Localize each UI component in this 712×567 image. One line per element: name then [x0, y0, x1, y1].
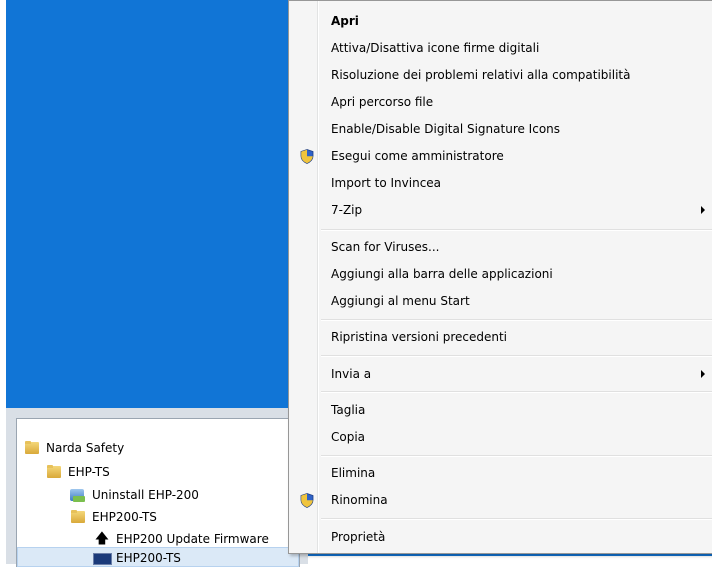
menu-item-label: Apri percorso file: [331, 95, 434, 109]
menu-item-scan-for-viruses[interactable]: Scan for Viruses...: [291, 235, 712, 259]
menu-item-aggiungi-menu-start[interactable]: Aggiungi al menu Start: [291, 289, 712, 313]
menu-item-7-zip[interactable]: 7-Zip: [291, 198, 712, 222]
menu-item-taglia[interactable]: Taglia: [291, 398, 712, 422]
menu-item-label: Invia a: [331, 367, 372, 381]
menu-item-label: Import to Invincea: [331, 176, 442, 190]
menu-item-aggiungi-barra-applicazioni[interactable]: Aggiungi alla barra delle applicazioni: [291, 262, 712, 286]
folder-narda-safety-label: Narda Safety: [46, 441, 125, 455]
context-menu: Apri Attiva/Disattiva icone firme digita…: [288, 0, 712, 554]
folder-icon: [23, 440, 41, 456]
start-menu: Narda Safety EHP-TS Uninstall EHP-200 EH…: [6, 408, 308, 567]
menu-item-attiva-disattiva-icone[interactable]: Attiva/Disattiva icone firme digitali: [291, 36, 712, 60]
menu-item-apri[interactable]: Apri: [291, 9, 712, 33]
folder-ehp200-ts-label: EHP200-TS: [92, 510, 157, 524]
menu-item-label: Rinomina: [331, 493, 388, 507]
uninstall-icon: [69, 487, 87, 503]
uninstall-ehp-200-item[interactable]: Uninstall EHP-200: [69, 486, 199, 504]
menu-separator: [321, 319, 712, 321]
folder-ehp-ts[interactable]: EHP-TS: [45, 463, 110, 481]
menu-item-label: Scan for Viruses...: [331, 240, 440, 254]
folder-icon: [69, 509, 87, 525]
ehp200-update-firmware-item[interactable]: 🡅 EHP200 Update Firmware: [93, 530, 269, 548]
uac-shield-icon: [300, 148, 314, 164]
menu-separator: [321, 391, 712, 393]
menu-item-label: 7-Zip: [331, 203, 363, 217]
menu-separator: [321, 455, 712, 457]
menu-item-elimina[interactable]: Elimina: [291, 461, 712, 485]
arrow-up-icon: 🡅: [94, 531, 110, 547]
menu-item-label: Esegui come amministratore: [331, 149, 504, 163]
submenu-arrow-icon: [701, 370, 705, 378]
menu-item-ripristina-versioni[interactable]: Ripristina versioni precedenti: [291, 325, 712, 349]
menu-item-proprieta[interactable]: Proprietà: [291, 525, 712, 549]
folder-ehp200-ts[interactable]: EHP200-TS: [69, 508, 157, 526]
ehp200-ts-application[interactable]: EHP200-TS: [93, 549, 181, 567]
menu-separator: [321, 229, 712, 231]
menu-item-esegui-come-amministratore[interactable]: Esegui come amministratore: [291, 144, 712, 168]
menu-item-label: Copia: [331, 430, 366, 444]
uninstall-ehp-200-label: Uninstall EHP-200: [92, 488, 199, 502]
uac-shield-icon: [300, 492, 314, 508]
folder-narda-safety[interactable]: Narda Safety: [23, 439, 124, 457]
menu-item-label: Ripristina versioni precedenti: [331, 330, 508, 344]
program-list: Narda Safety EHP-TS Uninstall EHP-200 EH…: [16, 418, 300, 567]
folder-icon: [45, 464, 63, 480]
menu-item-risoluzione-problemi[interactable]: Risoluzione dei problemi relativi alla c…: [291, 63, 712, 87]
menu-item-label: Elimina: [331, 466, 376, 480]
menu-item-enable-disable-signature-icons[interactable]: Enable/Disable Digital Signature Icons: [291, 117, 712, 141]
ehp200-ts-application-label: EHP200-TS: [116, 551, 181, 565]
submenu-arrow-icon: [701, 206, 705, 214]
menu-item-invia-a[interactable]: Invia a: [291, 362, 712, 386]
menu-item-label: Risoluzione dei problemi relativi alla c…: [331, 68, 631, 82]
folder-ehp-ts-label: EHP-TS: [68, 465, 110, 479]
menu-item-label: Enable/Disable Digital Signature Icons: [331, 122, 561, 136]
ehp200-update-firmware-label: EHP200 Update Firmware: [116, 532, 269, 546]
menu-item-label: Attiva/Disattiva icone firme digitali: [331, 41, 540, 55]
menu-item-label: Proprietà: [331, 530, 386, 544]
menu-separator: [321, 355, 712, 357]
menu-item-import-to-invincea[interactable]: Import to Invincea: [291, 171, 712, 195]
menu-item-label: Aggiungi al menu Start: [331, 294, 470, 308]
menu-item-copia[interactable]: Copia: [291, 425, 712, 449]
menu-item-label: Taglia: [331, 403, 366, 417]
menu-separator: [321, 518, 712, 520]
menu-item-rinomina[interactable]: Rinomina: [291, 488, 712, 512]
menu-item-apri-percorso-file[interactable]: Apri percorso file: [291, 90, 712, 114]
menu-item-label: Apri: [331, 14, 359, 28]
menu-item-label: Aggiungi alla barra delle applicazioni: [331, 267, 553, 281]
